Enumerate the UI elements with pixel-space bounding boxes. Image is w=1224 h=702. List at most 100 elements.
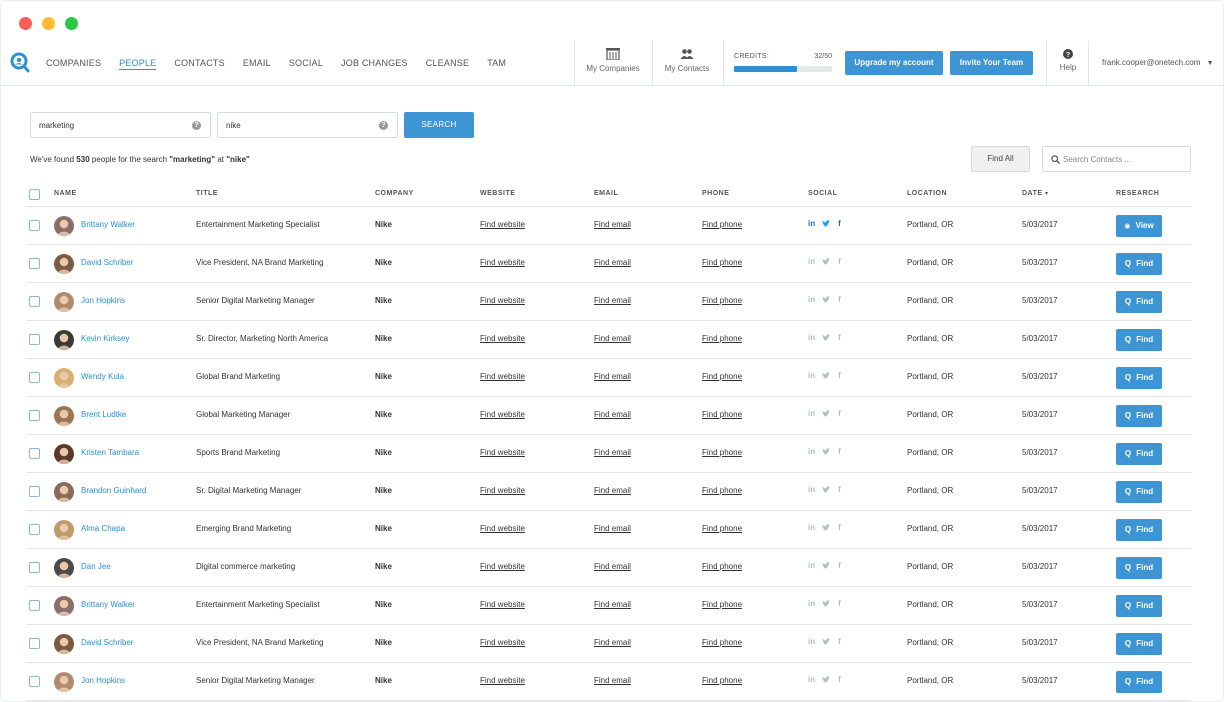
find-website-link[interactable]: Find website — [480, 258, 525, 267]
find-phone-link[interactable]: Find phone — [702, 486, 742, 495]
person-name-link[interactable]: Brittany Walker — [81, 220, 135, 229]
linkedin-icon[interactable]: in — [808, 561, 815, 570]
find-website-link[interactable]: Find website — [480, 372, 525, 381]
find-website-link[interactable]: Find website — [480, 562, 525, 571]
row-checkbox[interactable] — [29, 258, 40, 269]
find-email-link[interactable]: Find email — [594, 296, 631, 305]
person-name-link[interactable]: Alma Chapa — [81, 524, 125, 533]
find-phone-link[interactable]: Find phone — [702, 334, 742, 343]
twitter-icon[interactable] — [822, 333, 831, 342]
twitter-icon[interactable] — [822, 637, 831, 646]
person-name-link[interactable]: Wendy Kula — [81, 372, 124, 381]
header-company[interactable]: COMPANY — [375, 190, 414, 197]
facebook-icon[interactable]: f — [838, 219, 841, 228]
find-phone-link[interactable]: Find phone — [702, 638, 742, 647]
find-phone-link[interactable]: Find phone — [702, 372, 742, 381]
search-contacts-input[interactable]: Search Contacts ... — [1042, 146, 1191, 172]
find-website-link[interactable]: Find website — [480, 638, 525, 647]
find-button[interactable]: Q Find — [1116, 291, 1162, 313]
find-button[interactable]: Q Find — [1116, 557, 1162, 579]
person-name-link[interactable]: Kristen Tambara — [81, 448, 139, 457]
row-checkbox[interactable] — [29, 448, 40, 459]
find-phone-link[interactable]: Find phone — [702, 410, 742, 419]
nav-link-email[interactable]: EMAIL — [243, 57, 271, 69]
facebook-icon[interactable]: f — [838, 599, 841, 608]
find-all-button[interactable]: Find All — [971, 146, 1030, 172]
minimize-window-button[interactable] — [42, 17, 55, 30]
person-name-link[interactable]: Brittany Walker — [81, 600, 135, 609]
twitter-icon[interactable] — [822, 219, 831, 228]
select-all-checkbox[interactable] — [29, 189, 40, 200]
facebook-icon[interactable]: f — [838, 257, 841, 266]
find-website-link[interactable]: Find website — [480, 524, 525, 533]
find-website-link[interactable]: Find website — [480, 334, 525, 343]
linkedin-icon[interactable]: in — [808, 447, 815, 456]
person-name-link[interactable]: David Schriber — [81, 258, 133, 267]
nav-link-tam[interactable]: TAM — [487, 57, 506, 69]
find-website-link[interactable]: Find website — [480, 676, 525, 685]
header-location[interactable]: LOCATION — [907, 190, 947, 197]
find-phone-link[interactable]: Find phone — [702, 220, 742, 229]
header-phone[interactable]: PHONE — [702, 190, 729, 197]
find-button[interactable]: Q Find — [1116, 329, 1162, 351]
header-name[interactable]: NAME — [54, 190, 77, 197]
find-email-link[interactable]: Find email — [594, 676, 631, 685]
linkedin-icon[interactable]: in — [808, 485, 815, 494]
nav-link-cleanse[interactable]: CLEANSE — [426, 57, 469, 69]
find-button[interactable]: Q Find — [1116, 633, 1162, 655]
find-button[interactable]: Q Find — [1116, 595, 1162, 617]
row-checkbox[interactable] — [29, 562, 40, 573]
company-search-input[interactable]: nike ? — [217, 112, 398, 138]
linkedin-icon[interactable]: in — [808, 675, 815, 684]
find-phone-link[interactable]: Find phone — [702, 448, 742, 457]
linkedin-icon[interactable]: in — [808, 409, 815, 418]
nav-link-companies[interactable]: COMPANIES — [46, 57, 101, 69]
find-phone-link[interactable]: Find phone — [702, 258, 742, 267]
find-button[interactable]: Q Find — [1116, 367, 1162, 389]
linkedin-icon[interactable]: in — [808, 523, 815, 532]
facebook-icon[interactable]: f — [838, 561, 841, 570]
row-checkbox[interactable] — [29, 372, 40, 383]
row-checkbox[interactable] — [29, 486, 40, 497]
nav-link-job-changes[interactable]: JOB CHANGES — [341, 57, 408, 69]
find-phone-link[interactable]: Find phone — [702, 296, 742, 305]
facebook-icon[interactable]: f — [838, 409, 841, 418]
twitter-icon[interactable] — [822, 561, 831, 570]
facebook-icon[interactable]: f — [838, 333, 841, 342]
help-icon[interactable]: ? — [379, 121, 388, 130]
twitter-icon[interactable] — [822, 599, 831, 608]
find-email-link[interactable]: Find email — [594, 220, 631, 229]
find-website-link[interactable]: Find website — [480, 486, 525, 495]
find-website-link[interactable]: Find website — [480, 410, 525, 419]
person-name-link[interactable]: Dan Jee — [81, 562, 111, 571]
find-website-link[interactable]: Find website — [480, 220, 525, 229]
find-button[interactable]: Q Find — [1116, 443, 1162, 465]
person-name-link[interactable]: Jon Hopkins — [81, 296, 125, 305]
find-website-link[interactable]: Find website — [480, 296, 525, 305]
facebook-icon[interactable]: f — [838, 637, 841, 646]
app-logo-icon[interactable] — [10, 52, 30, 74]
close-window-button[interactable] — [19, 17, 32, 30]
search-button[interactable]: SEARCH — [404, 112, 474, 138]
header-title[interactable]: TITLE — [196, 190, 218, 197]
find-email-link[interactable]: Find email — [594, 638, 631, 647]
find-email-link[interactable]: Find email — [594, 524, 631, 533]
keyword-search-input[interactable]: marketing ? — [30, 112, 211, 138]
linkedin-icon[interactable]: in — [808, 333, 815, 342]
find-email-link[interactable]: Find email — [594, 258, 631, 267]
twitter-icon[interactable] — [822, 675, 831, 684]
nav-link-people[interactable]: PEOPLE — [119, 57, 157, 70]
person-name-link[interactable]: Brandon Guinhard — [81, 486, 146, 495]
header-social[interactable]: SOCIAL — [808, 190, 837, 197]
find-button[interactable]: Q Find — [1116, 519, 1162, 541]
my-contacts-button[interactable]: My Contacts — [650, 48, 724, 73]
twitter-icon[interactable] — [822, 371, 831, 380]
linkedin-icon[interactable]: in — [808, 295, 815, 304]
row-checkbox[interactable] — [29, 296, 40, 307]
find-email-link[interactable]: Find email — [594, 486, 631, 495]
linkedin-icon[interactable]: in — [808, 257, 815, 266]
find-email-link[interactable]: Find email — [594, 372, 631, 381]
twitter-icon[interactable] — [822, 447, 831, 456]
linkedin-icon[interactable]: in — [808, 371, 815, 380]
person-name-link[interactable]: Brent Ludtke — [81, 410, 126, 419]
